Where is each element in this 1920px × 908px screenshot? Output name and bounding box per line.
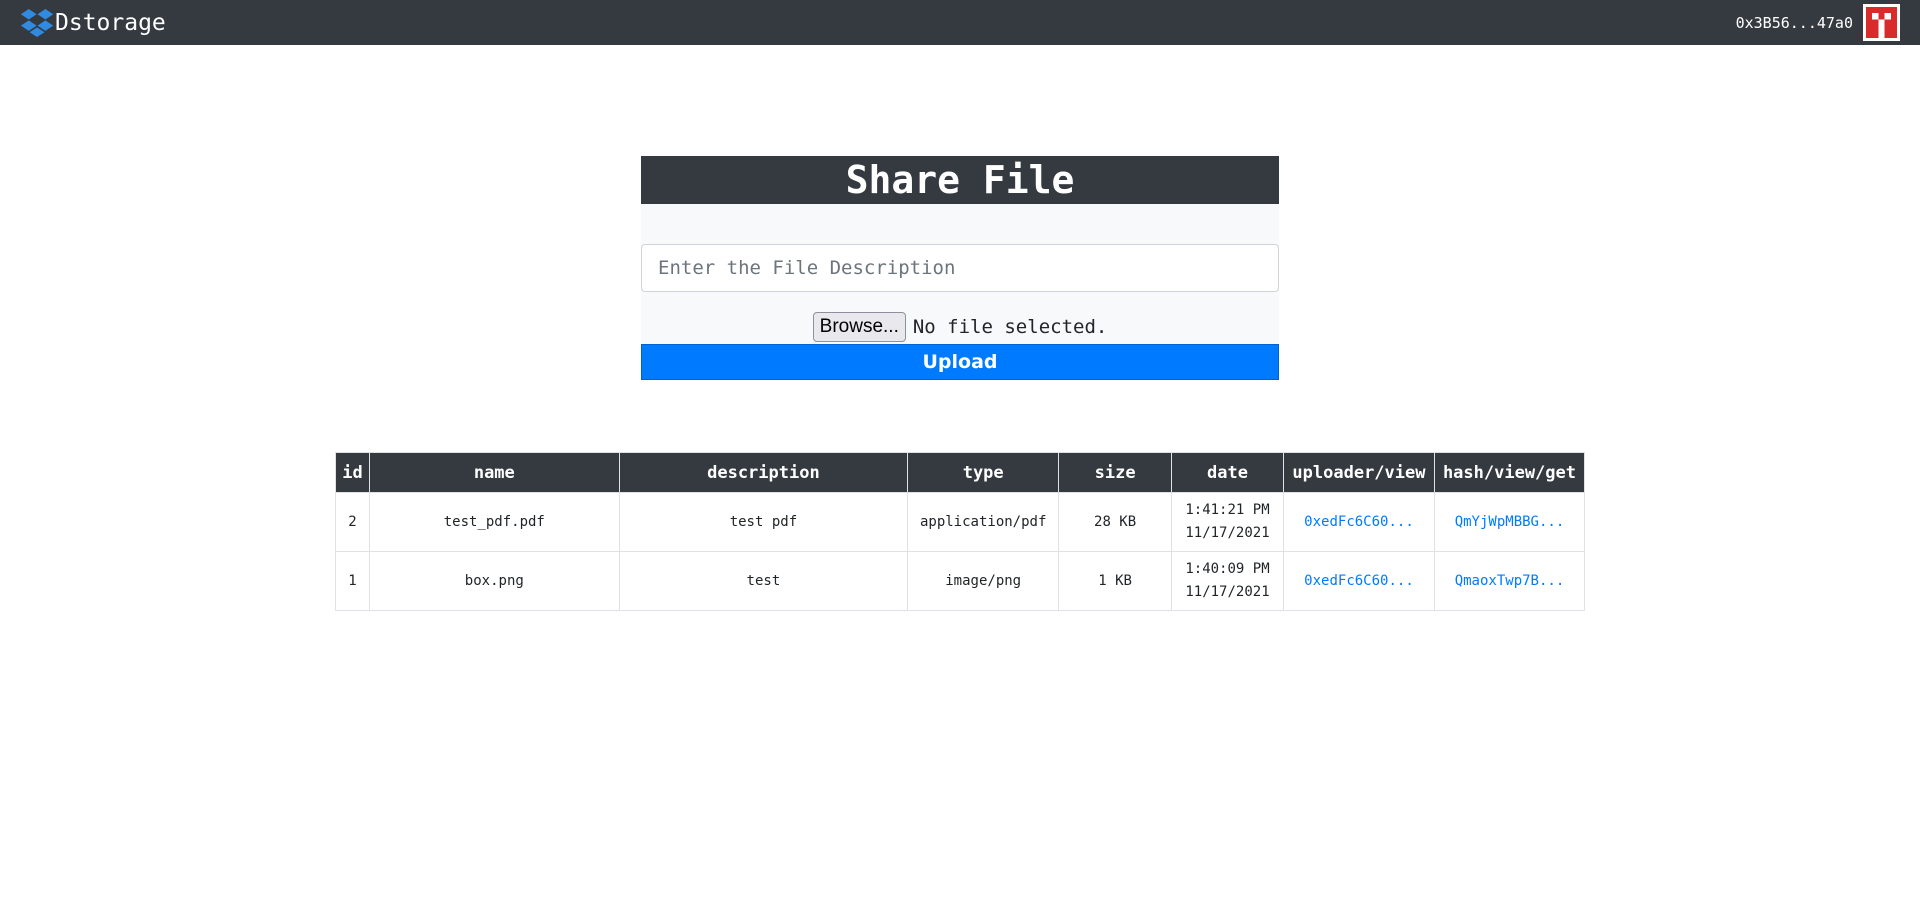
account-area: 0x3B56...47a0 — [1736, 4, 1900, 41]
share-file-title: Share File — [641, 156, 1279, 204]
upload-button[interactable]: Upload — [641, 344, 1279, 380]
table-header-row: id name description type size date uploa… — [335, 452, 1586, 493]
cell-hash: QmYjWpMBBG... — [1433, 492, 1586, 552]
top-navbar: Dstorage 0x3B56...47a0 — [0, 0, 1920, 45]
header-type: type — [907, 452, 1060, 493]
browse-button[interactable]: Browse... — [812, 312, 906, 342]
file-status-text: No file selected. — [912, 316, 1108, 338]
uploader-link[interactable]: 0xedFc6C60... — [1304, 573, 1414, 589]
cell-description: test — [618, 551, 909, 611]
dropbox-logo-icon — [20, 8, 54, 37]
cell-uploader: 0xedFc6C60... — [1282, 551, 1435, 611]
cell-date-day: 11/17/2021 — [1185, 525, 1270, 541]
table-row: 1 box.png test image/png 1 KB 1:40:09 PM… — [335, 551, 1586, 611]
cell-uploader: 0xedFc6C60... — [1282, 492, 1435, 552]
brand-name: Dstorage — [55, 9, 166, 36]
header-date: date — [1171, 452, 1284, 493]
header-id: id — [335, 452, 370, 493]
cell-date-time: 1:41:21 PM — [1185, 502, 1270, 518]
header-description: description — [618, 452, 909, 493]
cell-type: image/png — [907, 551, 1060, 611]
cell-type: application/pdf — [907, 492, 1060, 552]
cell-id: 2 — [335, 492, 370, 552]
brand-link[interactable]: Dstorage — [20, 4, 166, 42]
uploader-link[interactable]: 0xedFc6C60... — [1304, 514, 1414, 530]
cell-size: 28 KB — [1058, 492, 1173, 552]
cell-name: box.png — [368, 551, 620, 611]
cell-date: 1:41:21 PM 11/17/2021 — [1171, 492, 1284, 552]
cell-name: test_pdf.pdf — [368, 492, 620, 552]
cell-date-day: 11/17/2021 — [1185, 584, 1270, 600]
hash-link[interactable]: QmYjWpMBBG... — [1455, 514, 1565, 530]
cell-date-time: 1:40:09 PM — [1185, 561, 1270, 577]
identicon-avatar[interactable] — [1863, 4, 1900, 41]
file-description-input[interactable] — [641, 244, 1279, 292]
cell-description: test pdf — [618, 492, 909, 552]
cell-hash: QmaoxTwp7B... — [1433, 551, 1586, 611]
table-row: 2 test_pdf.pdf test pdf application/pdf … — [335, 492, 1586, 552]
cell-size: 1 KB — [1058, 551, 1173, 611]
share-file-card: Share File Browse... No file selected. U… — [641, 156, 1279, 380]
header-uploader: uploader/view — [1282, 452, 1435, 493]
cell-date: 1:40:09 PM 11/17/2021 — [1171, 551, 1284, 611]
header-name: name — [368, 452, 620, 493]
hash-link[interactable]: QmaoxTwp7B... — [1455, 573, 1565, 589]
header-hash: hash/view/get — [1433, 452, 1586, 493]
file-picker: Browse... No file selected. — [641, 312, 1279, 342]
header-size: size — [1058, 452, 1173, 493]
files-table: id name description type size date uploa… — [335, 452, 1586, 611]
cell-id: 1 — [335, 551, 370, 611]
account-address: 0x3B56...47a0 — [1735, 13, 1853, 32]
